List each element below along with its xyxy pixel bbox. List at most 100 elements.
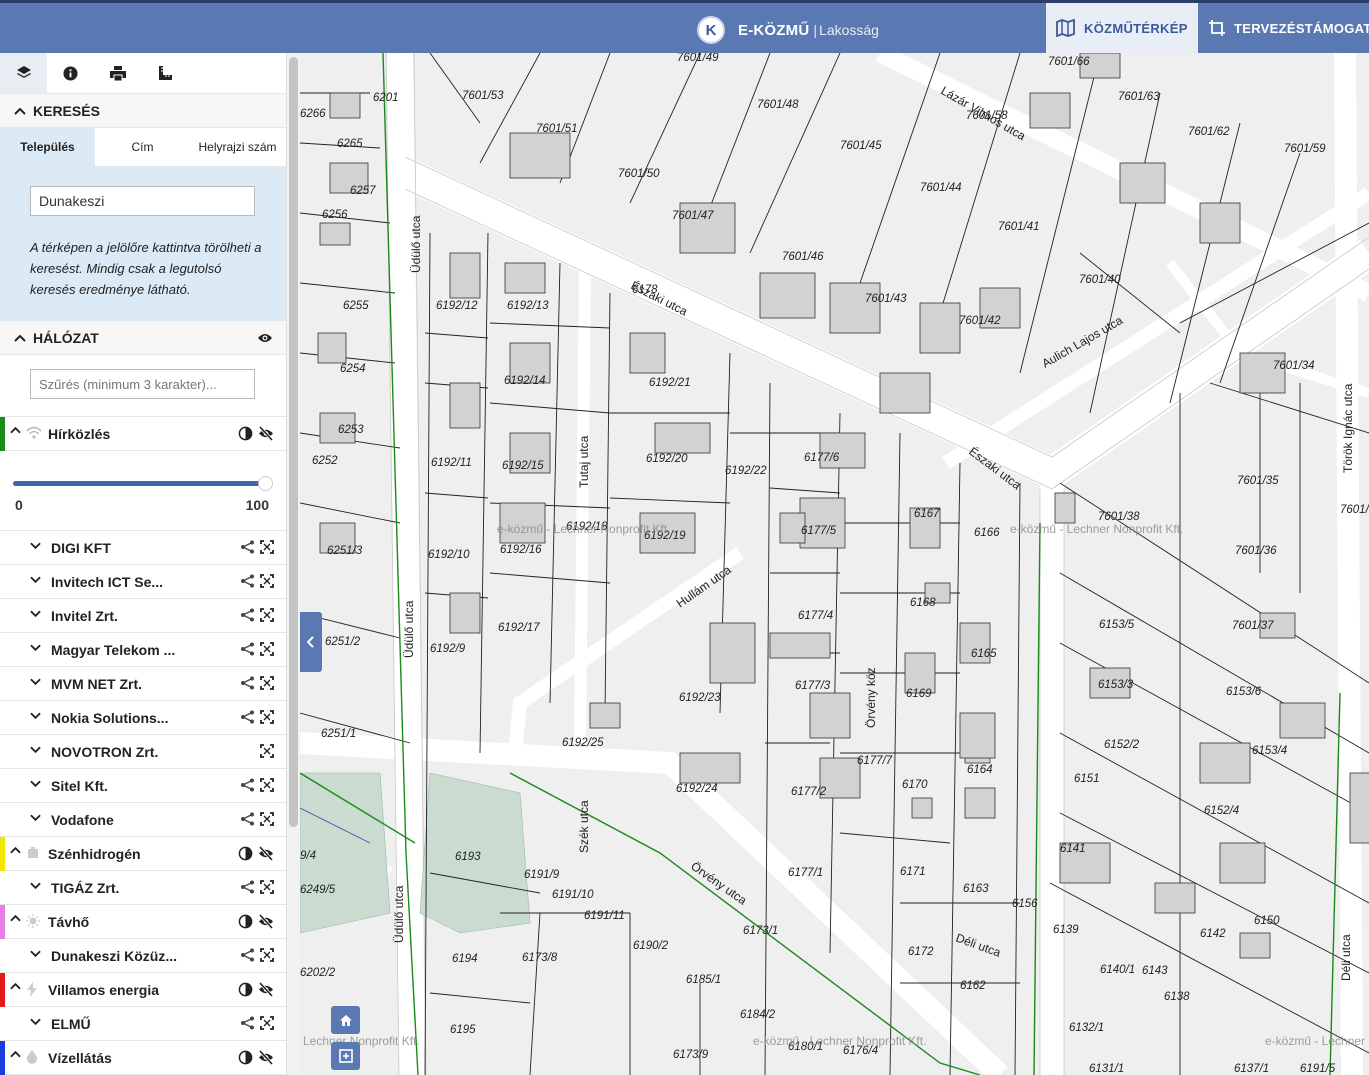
provider-row[interactable]: TIGÁZ Zrt. bbox=[0, 871, 286, 905]
map-canvas[interactable]: Üdülő utca Üdülő utca Üdülő utca Északi utc… bbox=[300, 53, 1369, 1075]
tab-info[interactable] bbox=[47, 53, 94, 93]
contrast-icon[interactable] bbox=[238, 914, 253, 929]
scrollbar-thumb[interactable] bbox=[289, 57, 298, 827]
provider-row[interactable]: Dunakeszi Közüz... bbox=[0, 939, 286, 973]
fullscreen-icon[interactable] bbox=[260, 1016, 274, 1030]
fullscreen-icon[interactable] bbox=[260, 642, 274, 656]
chevron-down-icon[interactable] bbox=[30, 1018, 41, 1026]
share-icon[interactable] bbox=[240, 540, 255, 554]
tab-layers[interactable] bbox=[0, 53, 47, 93]
provider-row[interactable]: NOVOTRON Zrt. bbox=[0, 735, 286, 769]
provider-row[interactable]: DIGI KFT bbox=[0, 531, 286, 565]
parcel-number-label: 6173/8 bbox=[522, 952, 558, 964]
zoom-extent-button[interactable] bbox=[331, 1042, 360, 1070]
provider-row[interactable]: MVM NET Zrt. bbox=[0, 667, 286, 701]
eye-off-icon[interactable] bbox=[258, 914, 274, 929]
chevron-up-icon[interactable] bbox=[10, 1050, 21, 1058]
chevron-down-icon[interactable] bbox=[30, 882, 41, 890]
provider-row[interactable]: ELMŰ bbox=[0, 1007, 286, 1041]
provider-row[interactable]: Sitel Kft. bbox=[0, 769, 286, 803]
fullscreen-icon[interactable] bbox=[260, 948, 274, 962]
chevron-down-icon[interactable] bbox=[30, 678, 41, 686]
provider-row[interactable]: Vodafone bbox=[0, 803, 286, 837]
provider-row[interactable]: Invitel Zrt. bbox=[0, 599, 286, 633]
tab-helyrajzi-szam[interactable]: Helyrajzi szám bbox=[190, 128, 285, 166]
fullscreen-icon[interactable] bbox=[260, 778, 274, 792]
parcel-number-label: 6153/6 bbox=[1226, 686, 1262, 698]
eye-off-icon[interactable] bbox=[258, 426, 274, 441]
slider-track[interactable] bbox=[13, 481, 266, 486]
slider-handle[interactable] bbox=[258, 476, 273, 491]
share-icon[interactable] bbox=[240, 574, 255, 588]
category-vizellatas[interactable]: Vízellátás bbox=[0, 1041, 286, 1075]
chevron-down-icon[interactable] bbox=[30, 746, 41, 754]
parcel-line bbox=[1014, 482, 1021, 1075]
cadastral-map[interactable]: Üdülő utcaÜdülő utcaÜdülő utcaÉszaki utc… bbox=[300, 53, 1369, 1075]
fullscreen-icon[interactable] bbox=[260, 744, 274, 758]
fullscreen-icon[interactable] bbox=[260, 540, 274, 554]
fullscreen-icon[interactable] bbox=[260, 710, 274, 724]
category-szenhidrogen[interactable]: Szénhidrogén bbox=[0, 837, 286, 871]
fullscreen-icon[interactable] bbox=[260, 574, 274, 588]
chevron-down-icon[interactable] bbox=[30, 712, 41, 720]
tab-measure[interactable] bbox=[141, 53, 188, 93]
chevron-up-icon[interactable] bbox=[10, 846, 21, 854]
share-icon[interactable] bbox=[240, 676, 255, 690]
network-section-header[interactable]: HÁLÓZAT bbox=[0, 321, 286, 355]
share-icon[interactable] bbox=[240, 948, 255, 962]
share-icon[interactable] bbox=[240, 778, 255, 792]
eye-off-icon[interactable] bbox=[258, 846, 274, 861]
chevron-down-icon[interactable] bbox=[30, 950, 41, 958]
chevron-down-icon[interactable] bbox=[30, 576, 41, 584]
parcel-number-label: 7601/42 bbox=[959, 315, 1001, 327]
tab-telepules[interactable]: Település bbox=[0, 128, 95, 166]
search-section-header[interactable]: KERESÉS bbox=[0, 94, 286, 128]
share-icon[interactable] bbox=[240, 608, 255, 622]
eye-off-icon[interactable] bbox=[258, 982, 274, 997]
provider-label: TIGÁZ Zrt. bbox=[51, 880, 120, 896]
provider-row[interactable]: Magyar Telekom ... bbox=[0, 633, 286, 667]
tab-print[interactable] bbox=[94, 53, 141, 93]
chevron-down-icon[interactable] bbox=[30, 542, 41, 550]
eye-off-icon[interactable] bbox=[258, 1050, 274, 1065]
share-icon[interactable] bbox=[240, 710, 255, 724]
share-icon[interactable] bbox=[240, 812, 255, 826]
sidebar-scrollbar[interactable] bbox=[286, 53, 300, 1075]
fullscreen-icon[interactable] bbox=[260, 676, 274, 690]
category-villamos-energia[interactable]: Villamos energia bbox=[0, 973, 286, 1007]
share-icon[interactable] bbox=[240, 642, 255, 656]
nav-kozmuterkep[interactable]: KÖZMŰTÉRKÉP bbox=[1046, 3, 1198, 53]
chevron-down-icon[interactable] bbox=[30, 780, 41, 788]
share-icon[interactable] bbox=[240, 880, 255, 894]
brand[interactable]: K E-KÖZMŰ | Lakosság bbox=[697, 14, 879, 46]
contrast-icon[interactable] bbox=[238, 846, 253, 861]
fullscreen-icon[interactable] bbox=[260, 880, 274, 894]
fullscreen-icon[interactable] bbox=[260, 812, 274, 826]
nav-tervezestamogatas[interactable]: TERVEZÉSTÁMOGAT bbox=[1198, 3, 1369, 53]
parcel-line bbox=[1079, 252, 1181, 334]
fullscreen-icon[interactable] bbox=[260, 608, 274, 622]
building bbox=[317, 332, 347, 364]
eye-icon[interactable] bbox=[257, 332, 273, 344]
contrast-icon[interactable] bbox=[238, 982, 253, 997]
category-hirkozles[interactable]: Hírközlés bbox=[0, 417, 286, 451]
share-icon[interactable] bbox=[240, 1016, 255, 1030]
opacity-slider[interactable]: 0 100 bbox=[0, 451, 286, 531]
contrast-icon[interactable] bbox=[238, 1050, 253, 1065]
provider-row[interactable]: Invitech ICT Se... bbox=[0, 565, 286, 599]
chevron-down-icon[interactable] bbox=[30, 644, 41, 652]
chevron-up-icon[interactable] bbox=[10, 426, 21, 434]
settlement-input[interactable]: Dunakeszi bbox=[30, 186, 255, 216]
villamos-provider-list: ELMŰ bbox=[0, 1007, 286, 1041]
provider-row[interactable]: Nokia Solutions... bbox=[0, 701, 286, 735]
contrast-icon[interactable] bbox=[238, 426, 253, 441]
layer-filter-input[interactable]: Szűrés (minimum 3 karakter)... bbox=[30, 369, 255, 399]
category-tavho[interactable]: Távhő bbox=[0, 905, 286, 939]
chevron-down-icon[interactable] bbox=[30, 814, 41, 822]
chevron-down-icon[interactable] bbox=[30, 610, 41, 618]
home-button[interactable] bbox=[331, 1006, 360, 1034]
chevron-up-icon[interactable] bbox=[10, 914, 21, 922]
chevron-up-icon[interactable] bbox=[10, 982, 21, 990]
tab-cim[interactable]: Cím bbox=[95, 128, 190, 166]
collapse-sidebar-button[interactable] bbox=[300, 612, 322, 672]
